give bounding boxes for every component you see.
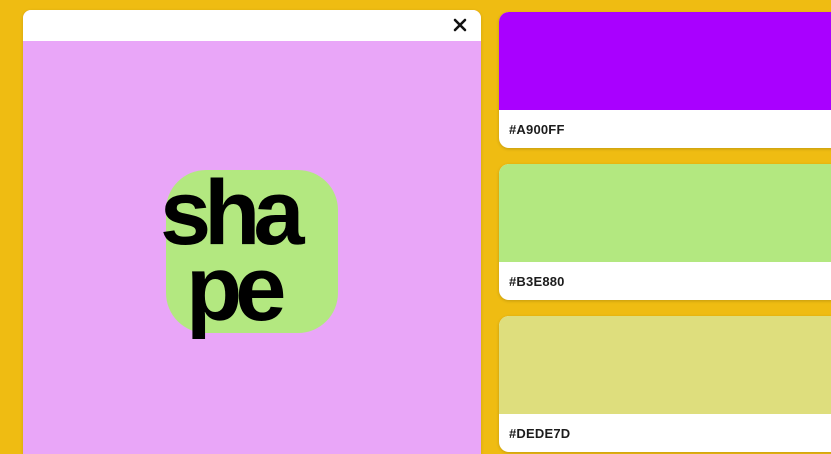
color-swatch: [499, 316, 831, 414]
preview-panel: sha pe: [23, 10, 481, 454]
color-swatch: [499, 164, 831, 262]
shape-logo: sha pe: [160, 167, 338, 340]
color-swatch-card[interactable]: #A900FF: [499, 12, 831, 148]
close-button[interactable]: [449, 14, 471, 36]
close-icon: [453, 18, 467, 32]
logo-text-line2: pe: [186, 238, 286, 340]
color-swatch-card[interactable]: #DEDE7D: [499, 316, 831, 452]
color-swatch: [499, 12, 831, 110]
swatch-hex-label: #B3E880: [509, 273, 565, 289]
swatch-hex-label: #DEDE7D: [509, 425, 571, 441]
color-swatch-card[interactable]: #B3E880: [499, 164, 831, 300]
swatch-hex-label: #A900FF: [509, 121, 565, 137]
preview-header: [23, 10, 481, 41]
